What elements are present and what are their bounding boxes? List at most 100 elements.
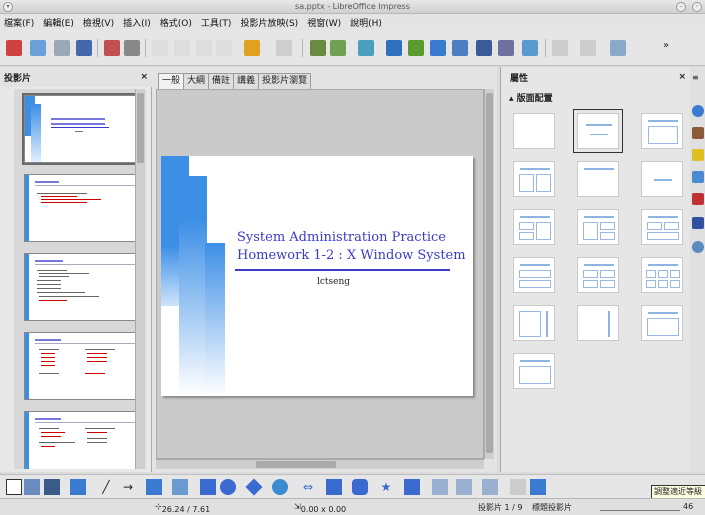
basic-shapes-icon[interactable]: [245, 478, 263, 496]
paste-icon[interactable]: [196, 40, 212, 56]
editor-horizontal-scrollbar[interactable]: [156, 459, 484, 469]
menu-view[interactable]: 檢視(V): [83, 16, 114, 29]
menu-edit[interactable]: 編輯(E): [43, 16, 74, 29]
tab-notes[interactable]: 備註: [208, 73, 235, 89]
layout-vertical-title-text[interactable]: [577, 305, 619, 341]
line-icon[interactable]: ╱: [98, 479, 114, 495]
close-icon[interactable]: ×: [678, 72, 686, 82]
insert-special-char-icon[interactable]: [498, 40, 514, 56]
fill-color-icon[interactable]: [70, 479, 86, 495]
navigator-icon[interactable]: [692, 241, 704, 253]
slide-thumbnail-5[interactable]: [24, 411, 139, 469]
undo-icon[interactable]: [244, 40, 260, 56]
text-icon[interactable]: [44, 479, 60, 495]
cut-icon[interactable]: [152, 40, 168, 56]
select-icon[interactable]: [6, 479, 22, 495]
menu-tools[interactable]: 工具(T): [201, 16, 232, 29]
spelling-icon[interactable]: [310, 40, 326, 56]
slide-thumbnail-4[interactable]: [24, 332, 139, 400]
menu-slideshow[interactable]: 投影片放映(S): [240, 16, 298, 29]
styles-icon[interactable]: [692, 193, 704, 205]
helplines-icon[interactable]: [580, 40, 596, 56]
crop-icon[interactable]: [530, 479, 546, 495]
animation-icon[interactable]: [692, 149, 704, 161]
layout-title-2-content-content[interactable]: [513, 209, 555, 245]
menu-format[interactable]: 格式(O): [160, 16, 192, 29]
layout-title-content-2-content[interactable]: [577, 209, 619, 245]
display-views-icon[interactable]: [610, 40, 626, 56]
layout-centered-text[interactable]: [641, 161, 683, 197]
master-slides-icon[interactable]: [692, 127, 704, 139]
layout-vertical-title-text-chart[interactable]: [513, 305, 555, 341]
slide-thumbnail-2[interactable]: [24, 174, 139, 242]
tab-slide-sorter[interactable]: 投影片瀏覽: [258, 73, 312, 89]
layout-title-content-over-content[interactable]: [513, 257, 555, 293]
layouts-section-title[interactable]: ▴ 版面配置: [509, 91, 553, 104]
menu-file[interactable]: 檔案(F): [4, 16, 34, 29]
layout-title-2-content-over-content[interactable]: [641, 209, 683, 245]
gallery-icon[interactable]: [692, 217, 704, 229]
scrollbar-thumb[interactable]: [137, 93, 144, 163]
shadow-icon[interactable]: [510, 479, 526, 495]
arrow-icon[interactable]: →: [120, 479, 136, 495]
scrollbar-thumb[interactable]: [256, 461, 336, 468]
insert-chart-icon[interactable]: [408, 40, 424, 56]
autocheck-icon[interactable]: [330, 40, 346, 56]
layout-title-vertical-2-text[interactable]: [513, 353, 555, 389]
editor-vertical-scrollbar[interactable]: [484, 89, 494, 459]
overflow-chevron-icon[interactable]: »: [658, 40, 674, 56]
tab-outline[interactable]: 大綱: [183, 73, 210, 89]
layout-title-2-content[interactable]: [513, 161, 555, 197]
slide-subtitle[interactable]: lctseng: [317, 277, 350, 287]
arrange-icon[interactable]: [482, 479, 498, 495]
insert-hyperlink-icon[interactable]: [522, 40, 538, 56]
scrollbar-thumb[interactable]: [486, 93, 493, 453]
points-icon[interactable]: [432, 479, 448, 495]
layout-title-only[interactable]: [577, 161, 619, 197]
layout-blank[interactable]: [513, 113, 555, 149]
menu-help[interactable]: 說明(H): [350, 16, 382, 29]
redo-icon[interactable]: [276, 40, 292, 56]
tab-normal[interactable]: 一般: [158, 73, 185, 89]
layout-title-6-content[interactable]: [641, 257, 683, 293]
slide-thumbnail-3[interactable]: [24, 253, 139, 321]
zoom-slider[interactable]: [600, 503, 680, 511]
print-icon[interactable]: [124, 40, 140, 56]
block-arrows-icon[interactable]: ⇔: [300, 479, 316, 495]
insert-textbox-icon[interactable]: [476, 40, 492, 56]
slide-title[interactable]: System Administration Practice Homework …: [237, 229, 466, 265]
stars-icon[interactable]: ★: [378, 479, 394, 495]
zoom-value[interactable]: 46: [683, 502, 693, 511]
save-as-icon[interactable]: [76, 40, 92, 56]
layout-title-vertical-text[interactable]: [641, 305, 683, 341]
layout-title-4-content[interactable]: [577, 257, 619, 293]
curve-icon[interactable]: [146, 479, 162, 495]
layout-title-content[interactable]: [641, 113, 683, 149]
menu-insert[interactable]: 插入(I): [123, 16, 151, 29]
insert-image-icon[interactable]: [386, 40, 402, 56]
maximize-icon[interactable]: ◦: [692, 2, 702, 12]
grid-icon[interactable]: [552, 40, 568, 56]
slide-thumbnail-1[interactable]: [22, 93, 141, 165]
sidebar-menu-icon[interactable]: ≡: [692, 73, 704, 85]
properties-icon[interactable]: [692, 105, 704, 117]
minimize-icon[interactable]: –: [676, 2, 686, 12]
close-icon[interactable]: ×: [140, 72, 148, 82]
save-icon[interactable]: [54, 40, 70, 56]
layout-title-slide[interactable]: [573, 109, 623, 153]
ellipse-icon[interactable]: [220, 479, 236, 495]
callouts-icon[interactable]: [352, 479, 368, 495]
zoom-pan-icon[interactable]: [24, 479, 40, 495]
rectangle-icon[interactable]: [200, 479, 216, 495]
slide-canvas[interactable]: System Administration Practice Homework …: [156, 89, 484, 459]
master-name[interactable]: 標題投影片: [532, 502, 572, 513]
symbol-shapes-icon[interactable]: [272, 479, 288, 495]
export-pdf-icon[interactable]: [104, 40, 120, 56]
slide-transition-icon[interactable]: [692, 171, 704, 183]
open-icon[interactable]: [30, 40, 46, 56]
menu-window[interactable]: 視窗(W): [307, 16, 341, 29]
tab-handout[interactable]: 講義: [233, 73, 260, 89]
current-slide[interactable]: System Administration Practice Homework …: [161, 156, 473, 396]
slides-scrollbar[interactable]: [135, 89, 145, 469]
connector-icon[interactable]: [172, 479, 188, 495]
